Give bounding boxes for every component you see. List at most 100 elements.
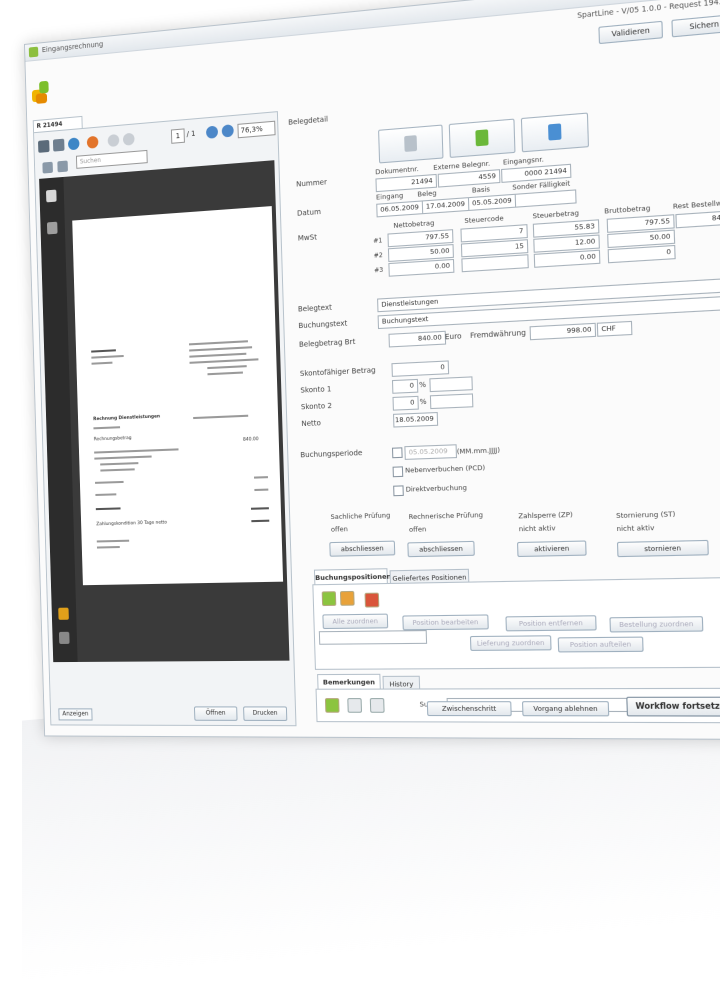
page-line bbox=[95, 493, 117, 496]
payment-block-button[interactable]: aktivieren bbox=[516, 540, 587, 558]
net-amount-field[interactable]: 0.00 bbox=[388, 258, 455, 277]
net-due-date-field[interactable]: 18.05.2009 bbox=[393, 411, 439, 428]
delete-icon[interactable] bbox=[364, 592, 380, 608]
document-amount-field[interactable]: 840.00 bbox=[388, 330, 447, 348]
check-icon bbox=[475, 129, 489, 147]
open-button[interactable]: Öffnen bbox=[193, 706, 238, 721]
page-line bbox=[253, 476, 268, 479]
add-icon[interactable] bbox=[321, 591, 337, 607]
skonto2-percent-field[interactable]: 0 bbox=[392, 395, 419, 411]
app-icon bbox=[28, 46, 39, 58]
cancel-document-button[interactable]: stornieren bbox=[616, 539, 709, 558]
page-up-icon[interactable] bbox=[107, 133, 120, 148]
page-line bbox=[250, 507, 269, 510]
pages-icon[interactable] bbox=[45, 189, 57, 203]
assign-order-button[interactable]: Bestellung zuordnen bbox=[609, 616, 704, 633]
select-tool-icon[interactable] bbox=[57, 160, 68, 173]
hand-tool-icon[interactable] bbox=[42, 161, 53, 174]
page-line bbox=[91, 349, 116, 353]
print-button[interactable]: Drucken bbox=[243, 706, 288, 722]
edit-position-button[interactable]: Position bearbeiten bbox=[402, 614, 489, 631]
page-number-input[interactable]: 1 bbox=[170, 128, 185, 144]
edit-icon[interactable] bbox=[339, 590, 355, 606]
remark-filter-icon[interactable] bbox=[369, 698, 385, 713]
continue-workflow-button[interactable]: Workflow fortsetzen bbox=[626, 696, 720, 717]
split-position-button[interactable]: Position aufteilen bbox=[557, 636, 644, 653]
tax-row-code: #1 bbox=[373, 237, 383, 246]
document-date-field[interactable]: 17.04.2009 bbox=[421, 197, 470, 215]
gross-amount-field[interactable]: 0 bbox=[607, 244, 676, 264]
pdf-sidebar bbox=[39, 176, 78, 663]
foreign-amount-field[interactable]: 998.00 bbox=[529, 322, 597, 341]
basis-date-field[interactable]: 05.05.2009 bbox=[467, 193, 517, 212]
side-booking-checkbox[interactable] bbox=[392, 466, 404, 478]
zoom-out-icon[interactable] bbox=[205, 125, 219, 139]
direct-booking-checkbox[interactable] bbox=[393, 485, 404, 497]
globe-icon[interactable] bbox=[86, 135, 99, 149]
add-remark-icon[interactable] bbox=[324, 698, 340, 713]
skonto2-days-field[interactable] bbox=[429, 393, 474, 410]
application-window: Eingangsrechnung - ▫ × SpartLine - V/05 … bbox=[24, 0, 720, 741]
page-down-icon[interactable] bbox=[122, 132, 135, 146]
save-icon[interactable] bbox=[52, 138, 65, 152]
attachment-icon[interactable] bbox=[46, 221, 58, 235]
pdf-viewer-panel: 1 / 1 76,3% Suchen Rechnung Dienstleistu… bbox=[33, 111, 297, 727]
page-line bbox=[91, 354, 124, 359]
skonto1-days-field[interactable] bbox=[429, 376, 473, 393]
page-line bbox=[188, 340, 248, 346]
comment-icon[interactable] bbox=[58, 607, 69, 620]
page-line bbox=[207, 365, 247, 370]
zoom-select[interactable]: 76,3% bbox=[237, 120, 276, 139]
tax-code-field[interactable] bbox=[461, 254, 529, 273]
arithmetic-check-button[interactable]: abschliessen bbox=[407, 540, 475, 558]
print-icon[interactable] bbox=[38, 139, 50, 153]
pdf-page: Rechnung Dienstleistungen Rechnungsbetra… bbox=[72, 206, 284, 586]
remove-position-button[interactable]: Position entfernen bbox=[505, 615, 597, 632]
positions-panel: Alle zuordnen Position bearbeiten Positi… bbox=[312, 576, 720, 670]
tax-amount-field[interactable]: 0.00 bbox=[533, 249, 601, 268]
assign-all-button[interactable]: Alle zuordnen bbox=[322, 613, 389, 630]
booking-period-checkbox[interactable] bbox=[391, 447, 403, 459]
skonto2-label: Skonto 2 bbox=[300, 401, 333, 412]
app-logo-icon bbox=[30, 79, 51, 107]
foreign-currency-label: Fremdwährung bbox=[469, 328, 527, 341]
check-status: nicht aktiv bbox=[518, 523, 556, 534]
rest-order-value-field[interactable]: 840.00 bbox=[675, 209, 720, 229]
show-button[interactable]: Anzeigen bbox=[58, 708, 93, 721]
skonto-amount-field[interactable]: 0 bbox=[391, 360, 450, 377]
invoice-form: Belegdetail Nummer Dokumentnr. Externe B… bbox=[286, 18, 720, 727]
page-line bbox=[94, 448, 179, 454]
factual-check-button[interactable]: abschliessen bbox=[329, 540, 396, 557]
external-number-field[interactable]: 4559 bbox=[437, 169, 501, 188]
zoom-in-icon[interactable] bbox=[221, 124, 234, 138]
check-status: nicht aktiv bbox=[616, 523, 655, 534]
position-search-field[interactable] bbox=[318, 630, 428, 645]
email-icon[interactable] bbox=[67, 137, 80, 151]
direct-booking-label: Direktverbuchung bbox=[405, 483, 468, 494]
due-date-field[interactable] bbox=[514, 189, 577, 208]
booking-period-field[interactable]: 05.05.2009 bbox=[404, 444, 458, 460]
page-line bbox=[207, 371, 243, 376]
check-title: Zahlsperre (ZP) bbox=[518, 510, 573, 521]
page-line bbox=[95, 507, 121, 511]
datum-header: Beleg bbox=[417, 188, 437, 199]
page-line bbox=[91, 361, 113, 365]
scan-button[interactable] bbox=[378, 124, 444, 164]
transfer-button[interactable] bbox=[520, 112, 590, 153]
tab-remarks[interactable]: Bemerkungen bbox=[317, 673, 381, 690]
booking-period-label: Buchungsperiode bbox=[300, 448, 363, 460]
nummer-header: Eingangsnr. bbox=[502, 155, 544, 167]
paperclip-icon[interactable] bbox=[58, 631, 70, 644]
page-line bbox=[95, 480, 124, 484]
intermediate-step-button[interactable]: Zwischenschritt bbox=[426, 701, 512, 717]
skonto1-percent-field[interactable]: 0 bbox=[391, 378, 419, 394]
remark-user-icon[interactable] bbox=[347, 698, 363, 713]
receipt-date-field[interactable]: 06.05.2009 bbox=[376, 200, 424, 218]
assign-delivery-button[interactable]: Lieferung zuordnen bbox=[469, 635, 552, 651]
reject-process-button[interactable]: Vorgang ablehnen bbox=[521, 701, 610, 717]
foreign-currency-select[interactable]: CHF bbox=[596, 320, 633, 337]
tax-row-code: #3 bbox=[374, 266, 384, 275]
approve-button[interactable] bbox=[448, 118, 516, 158]
mwst-header: Rest Bestellwert bbox=[672, 198, 720, 211]
page-line bbox=[93, 426, 121, 430]
